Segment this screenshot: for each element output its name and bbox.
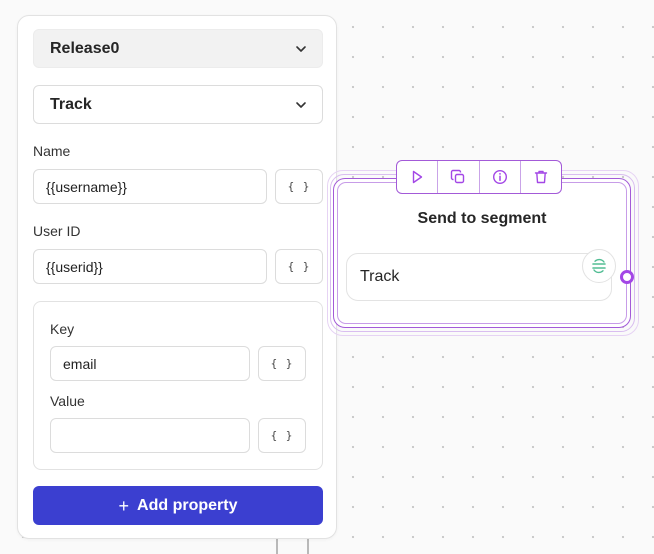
output-port-handle[interactable]	[620, 270, 634, 284]
delete-button[interactable]	[521, 161, 561, 193]
chevron-down-icon	[296, 101, 306, 108]
user-id-input[interactable]	[33, 249, 267, 284]
name-label: Name	[33, 143, 71, 159]
user-id-variable-button[interactable]: { }	[275, 249, 323, 284]
duplicate-button[interactable]	[438, 161, 480, 193]
value-variable-button[interactable]: { }	[258, 418, 306, 453]
node-action-item[interactable]: Track	[346, 253, 612, 301]
value-input[interactable]	[50, 418, 250, 453]
name-variable-button[interactable]: { }	[275, 169, 323, 204]
release-select[interactable]: Release0	[33, 29, 323, 68]
play-icon	[412, 170, 423, 184]
event-type-select-value: Track	[50, 95, 92, 113]
release-select-value: Release0	[50, 39, 120, 57]
trash-icon	[534, 170, 548, 184]
node-toolbar	[396, 160, 562, 194]
node-title: Send to segment	[417, 210, 547, 227]
node-action-label: Track	[360, 268, 400, 285]
info-icon	[492, 169, 507, 185]
property-row: Key { } Value { }	[33, 301, 323, 470]
chevron-down-icon	[296, 45, 306, 52]
add-property-button[interactable]: + Add property	[33, 486, 323, 525]
send-to-segment-node[interactable]: Send to segment Track	[333, 178, 631, 328]
add-property-label: Add property	[137, 496, 238, 514]
name-input[interactable]	[33, 169, 267, 204]
segment-logo-icon	[582, 249, 616, 283]
event-type-select[interactable]: Track	[33, 85, 323, 124]
user-id-label: User ID	[33, 223, 81, 239]
plus-icon: +	[118, 495, 130, 516]
info-button[interactable]	[480, 161, 521, 193]
key-variable-button[interactable]: { }	[258, 346, 306, 381]
copy-icon	[451, 169, 465, 184]
key-label: Key	[50, 321, 75, 337]
connector-line	[276, 539, 278, 554]
key-input[interactable]	[50, 346, 250, 381]
value-label: Value	[50, 393, 85, 409]
connector-line	[307, 539, 309, 554]
run-button[interactable]	[397, 161, 439, 193]
block-settings-panel: Release0 Track Name { } User ID { } Key …	[17, 15, 337, 539]
